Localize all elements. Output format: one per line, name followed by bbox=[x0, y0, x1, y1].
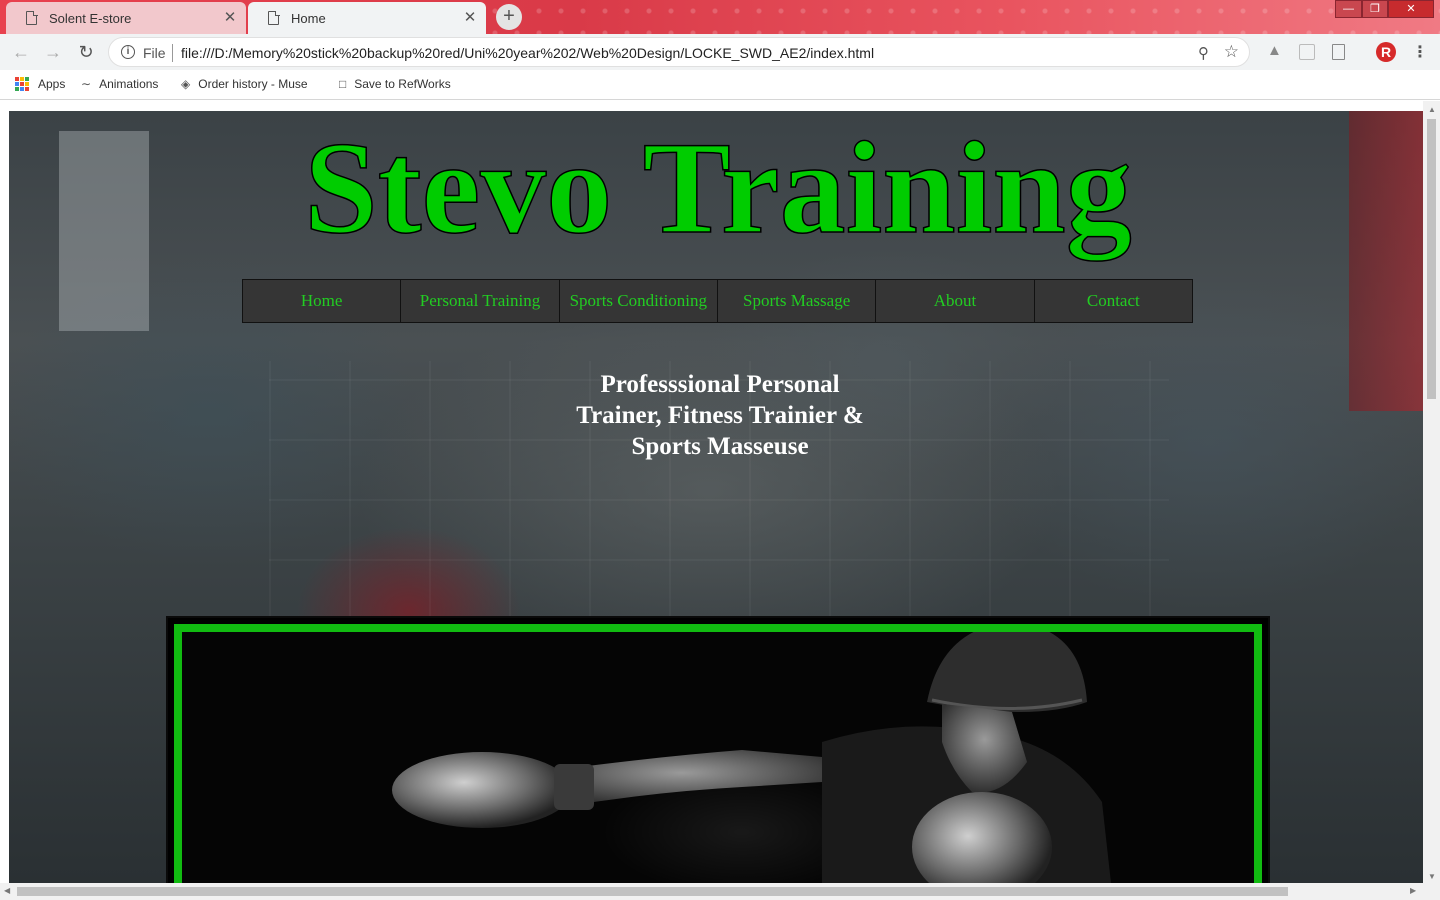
hero-gym-background: Stevo Training Home Personal Training Sp… bbox=[9, 111, 1423, 883]
hero-tagline: Professsional Personal Trainer, Fitness … bbox=[576, 371, 864, 460]
page-extension-icon[interactable] bbox=[1332, 44, 1345, 60]
menu-icon[interactable]: ⋮ bbox=[1412, 42, 1428, 62]
zoom-icon[interactable]: ⚲ bbox=[1198, 44, 1209, 62]
bookmark-animations[interactable]: ∼ Animations bbox=[81, 77, 158, 91]
bookmark-label: Animations bbox=[99, 77, 159, 91]
drive-extension-icon[interactable]: ▲ bbox=[1267, 42, 1283, 59]
info-icon[interactable]: i bbox=[121, 45, 135, 59]
back-icon[interactable]: ← bbox=[9, 40, 33, 64]
scroll-thumb[interactable] bbox=[17, 887, 1288, 896]
feature-image bbox=[174, 624, 1262, 883]
close-window-button[interactable]: ✕ bbox=[1388, 0, 1434, 18]
scroll-right-icon[interactable]: ▶ bbox=[1410, 886, 1416, 895]
bookmark-order-history[interactable]: ◈ Order history - Muse bbox=[181, 77, 315, 91]
page-icon: □ bbox=[339, 77, 347, 91]
animations-icon: ∼ bbox=[81, 77, 92, 91]
reload-icon[interactable]: ↻ bbox=[74, 40, 98, 64]
tab-strip: Solent E-store ✕ Home ✕ + — ❐ ✕ bbox=[0, 0, 1440, 34]
url-text[interactable]: file:///D:/Memory%20stick%20backup%20red… bbox=[181, 45, 874, 61]
minimize-window-button[interactable]: — bbox=[1335, 0, 1362, 18]
feature-image-frame bbox=[166, 616, 1270, 883]
tab-home[interactable]: Home ✕ bbox=[248, 2, 486, 34]
bookmark-save-to-refworks[interactable]: □ Save to RefWorks bbox=[339, 77, 451, 91]
page-icon bbox=[26, 10, 38, 25]
nav-home[interactable]: Home bbox=[243, 280, 402, 322]
nav-contact[interactable]: Contact bbox=[1035, 280, 1192, 322]
divider bbox=[172, 44, 173, 62]
scroll-down-icon[interactable]: ▼ bbox=[1428, 872, 1436, 881]
bookmark-apps[interactable]: Apps bbox=[15, 77, 65, 91]
page-viewport: Stevo Training Home Personal Training Sp… bbox=[0, 101, 1440, 900]
bookmark-star-icon[interactable]: ☆ bbox=[1224, 42, 1239, 62]
close-tab-icon[interactable]: ✕ bbox=[462, 10, 478, 26]
close-tab-icon[interactable]: ✕ bbox=[222, 10, 238, 26]
bookmark-label: Save to RefWorks bbox=[354, 77, 451, 91]
page-icon bbox=[268, 10, 280, 25]
horizontal-scrollbar[interactable]: ◀ ▶ bbox=[0, 883, 1440, 900]
browser-toolbar: ← → ↻ i File file:///D:/Memory%20stick%2… bbox=[0, 34, 1440, 70]
apps-grid-icon bbox=[15, 77, 29, 91]
muse-icon: ◈ bbox=[181, 77, 191, 91]
bookmark-label: Order history - Muse bbox=[198, 77, 308, 91]
nav-personal-training[interactable]: Personal Training bbox=[401, 280, 560, 322]
nav-sports-massage[interactable]: Sports Massage bbox=[718, 280, 877, 322]
scroll-thumb[interactable] bbox=[1427, 119, 1436, 399]
nav-sports-conditioning[interactable]: Sports Conditioning bbox=[560, 280, 718, 322]
scroll-left-icon[interactable]: ◀ bbox=[4, 886, 10, 895]
tab-title: Home bbox=[291, 10, 326, 26]
extension-icon[interactable] bbox=[1299, 44, 1315, 60]
profile-avatar[interactable]: R bbox=[1376, 42, 1396, 62]
nav-about[interactable]: About bbox=[876, 280, 1035, 322]
vertical-scrollbar[interactable]: ▲ ▼ bbox=[1423, 101, 1440, 883]
site-title: Stevo Training bbox=[303, 113, 1132, 262]
scheme-label: File bbox=[143, 45, 166, 61]
bookmarks-bar: Apps ∼ Animations ◈ Order history - Muse… bbox=[0, 70, 1440, 100]
bookmark-label: Apps bbox=[38, 77, 66, 91]
scroll-up-icon[interactable]: ▲ bbox=[1428, 105, 1436, 114]
maximize-window-button[interactable]: ❐ bbox=[1362, 0, 1388, 18]
boxer-photo bbox=[392, 632, 1111, 883]
forward-icon[interactable]: → bbox=[41, 40, 65, 64]
tab-title: Solent E-store bbox=[49, 10, 132, 26]
tab-solent-estore[interactable]: Solent E-store ✕ bbox=[6, 2, 246, 34]
site-nav: Home Personal Training Sports Conditioni… bbox=[242, 279, 1193, 323]
address-bar[interactable]: i File file:///D:/Memory%20stick%20backu… bbox=[108, 37, 1250, 67]
new-tab-button[interactable]: + bbox=[496, 4, 522, 30]
